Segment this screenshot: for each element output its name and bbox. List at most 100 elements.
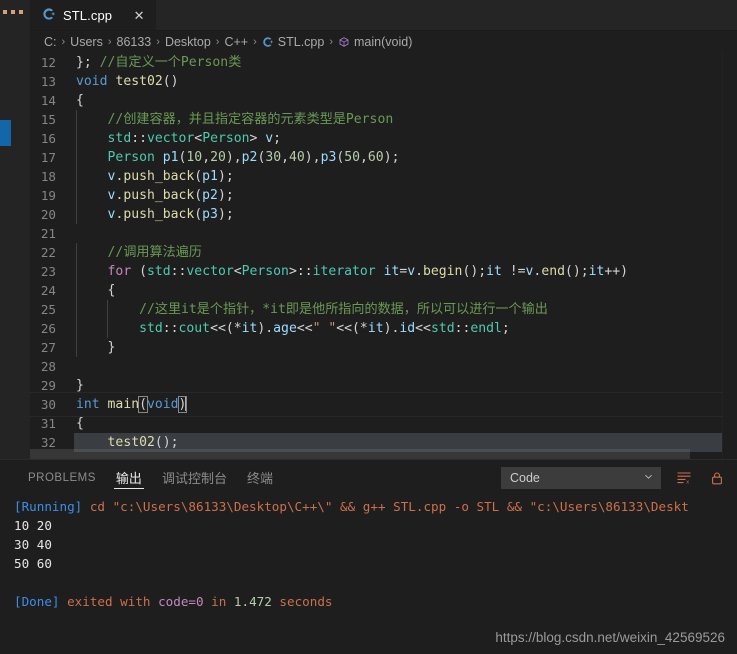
code-token: } [107, 340, 116, 355]
code-token: ); [217, 188, 234, 203]
code-token: std [139, 321, 163, 336]
line-number: 26 [40, 321, 56, 336]
code-line[interactable]: 30 int main(void) [30, 392, 737, 417]
cpp-file-icon [42, 7, 56, 24]
breadcrumb-separator: › [156, 36, 160, 48]
output-segment: cd "c:\Users\86133\Desktop\C++\" && g++ … [82, 499, 689, 514]
code-token: p3 [202, 207, 218, 222]
code-line[interactable]: 29} [30, 376, 737, 395]
code-line[interactable]: 13 void test02() [30, 72, 737, 91]
code-line[interactable]: 14 { [30, 91, 737, 110]
code-token: it [367, 321, 384, 336]
workbench-top: STL.cpp ✕ C: › Users › 86133 › Desktop › C++ › STL… [0, 0, 737, 459]
line-content: { [74, 91, 737, 110]
clear-output-icon[interactable]: x [674, 468, 694, 488]
code-line[interactable]: 12}; //自定义一个Person类 [30, 53, 737, 72]
line-number: 18 [40, 169, 56, 184]
code-token: push_back [123, 169, 195, 184]
code-token: ); [217, 169, 234, 184]
breadcrumb-item-stl-cpp[interactable]: STL.cpp [262, 35, 324, 49]
breadcrumb-item-c[interactable]: C++ [224, 35, 248, 49]
breadcrumb-item-label: 86133 [116, 35, 152, 49]
breadcrumb-item-main-void[interactable]: main(void) [338, 35, 412, 49]
editor-horizontal-scrollbar[interactable] [30, 449, 737, 459]
editor-overview-ruler [722, 53, 737, 459]
code-line[interactable]: 28 [30, 357, 737, 376]
code-token: p2 [202, 188, 218, 203]
code-token: ( [131, 264, 147, 279]
code-token: push_back [123, 188, 195, 203]
code-token: :: [131, 131, 147, 146]
code-token: vector [186, 264, 234, 279]
code-line[interactable]: 31 { [30, 414, 737, 433]
code-line[interactable]: 26 std::cout<<(*it).age<<" "<<(*it).id<<… [30, 319, 737, 338]
line-content: } [74, 338, 737, 357]
code-token: ; [273, 131, 282, 146]
more-dots-icon[interactable] [3, 10, 23, 14]
panel-tab[interactable]: PROBLEMS [18, 460, 106, 495]
scrollbar-thumb[interactable] [30, 449, 690, 459]
cpp-file-icon [262, 35, 274, 49]
close-icon[interactable]: ✕ [131, 8, 147, 24]
code-token: , [202, 150, 211, 165]
breadcrumb-item-users[interactable]: Users [70, 35, 103, 49]
code-line[interactable]: 17 Person p1(10,20),p2(30,40),p3(50,60); [30, 148, 737, 167]
panel-tab[interactable]: 调试控制台 [152, 460, 237, 495]
code-token: std [146, 264, 171, 279]
code-line[interactable]: 22 //调用算法遍历 [30, 243, 737, 262]
bottom-panel: PROBLEMS 输出 调试控制台 终端 Code x [Running] cd… [0, 459, 737, 654]
output-line: [Running] cd "c:\Users\86133\Desktop\C++… [14, 497, 737, 516]
code-token: for [107, 264, 132, 279]
breadcrumb-item-label: C++ [224, 35, 249, 49]
code-line[interactable]: 19 v.push_back(p2); [30, 186, 737, 205]
code-token: ), [304, 150, 321, 165]
code-token: //调用算法遍历 [107, 245, 202, 260]
code-line[interactable]: 24 { [30, 281, 737, 300]
breadcrumb-separator: › [253, 36, 257, 48]
code-line[interactable]: 18 v.push_back(p1); [30, 167, 737, 186]
output-channel-value: Code [510, 470, 540, 485]
code-token: Person [202, 131, 250, 146]
chevron-down-icon [643, 471, 654, 485]
line-content: Person p1(10,20),p2(30,40),p3(50,60); [74, 148, 737, 167]
breadcrumb-item-desktop[interactable]: Desktop [165, 35, 211, 49]
panel-tab[interactable]: 终端 [237, 460, 283, 495]
code-token: ( [194, 188, 203, 203]
code-token: ). [257, 321, 274, 336]
output-segment: [Done] [14, 594, 60, 609]
code-token: (); [462, 264, 487, 279]
code-token: <<(* [336, 321, 368, 336]
lock-scroll-icon[interactable] [707, 468, 727, 488]
editor-tab-stl-cpp[interactable]: STL.cpp ✕ [30, 0, 157, 30]
code-line[interactable]: 15 //创建容器，并且指定容器的元素类型是Person [30, 110, 737, 129]
line-content: { [74, 281, 737, 300]
output-segment: 1.472 [233, 594, 272, 609]
breadcrumb-item-c[interactable]: C: [44, 35, 57, 49]
code-line[interactable]: 21 [30, 224, 737, 243]
code-token: Person [107, 150, 155, 165]
code-line[interactable]: 27 } [30, 338, 737, 357]
code-line[interactable]: 23 for (std::vector<Person>::iterator it… [30, 262, 737, 281]
code-line[interactable]: 20 v.push_back(p3); [30, 205, 737, 224]
code-editor[interactable]: 12}; //自定义一个Person类 13 void test02() 14{15 … [30, 53, 737, 459]
panel-tab[interactable]: 输出 [106, 460, 152, 495]
output-segment: [Running] [14, 499, 83, 514]
code-line[interactable]: 16 std::vector<Person> v; [30, 129, 737, 148]
code-line[interactable]: 25 //这里it是个指针，*it即是他所指向的数据，所以可以进行一个输出 [30, 300, 737, 319]
line-content: int main(void) [30, 392, 737, 417]
line-number: 24 [40, 283, 56, 298]
breadcrumb-item-86133[interactable]: 86133 [117, 35, 152, 49]
code-token: //这里it是个指针，*it即是他所指向的数据，所以可以进行一个输出 [139, 302, 548, 317]
code-token: , [360, 150, 368, 165]
output-channel-select[interactable]: Code [501, 466, 661, 489]
code-token: ( [194, 207, 203, 222]
code-token: vector [146, 131, 195, 146]
output-line: 10 20 [14, 516, 737, 535]
line-number: 27 [40, 340, 56, 355]
code-token: < [194, 131, 203, 146]
code-token: ; [501, 321, 510, 336]
